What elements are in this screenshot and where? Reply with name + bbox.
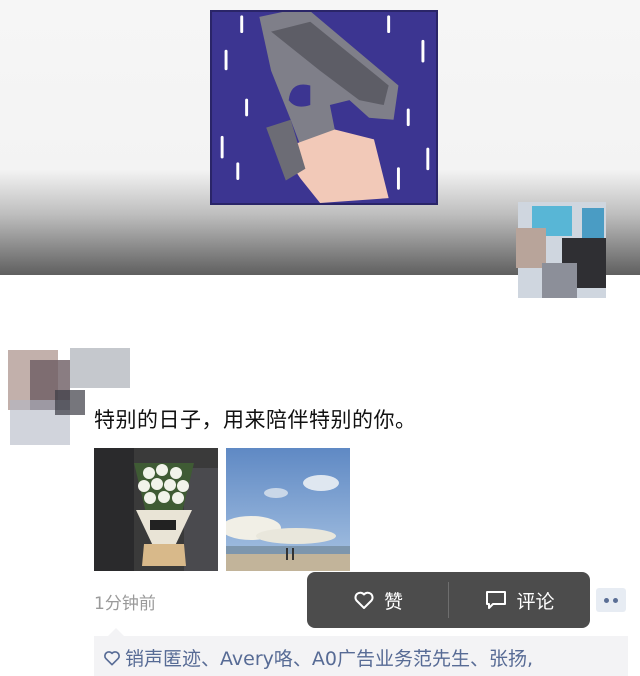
dot-icon — [604, 597, 609, 603]
comment-button[interactable]: 评论 — [449, 572, 590, 628]
liker-names[interactable]: 销声匿迹、Avery咯、A0广告业务范先生、张扬, — [125, 644, 533, 671]
likes-panel: 销声匿迹、Avery咯、A0广告业务范先生、张扬, — [94, 628, 628, 676]
like-button[interactable]: 赞 — [307, 572, 448, 628]
likes-row: 销声匿迹、Avery咯、A0广告业务范先生、张扬, — [102, 644, 533, 671]
action-popup: 赞 评论 — [307, 572, 590, 628]
heart-icon — [354, 591, 374, 609]
heart-outline-icon — [104, 650, 120, 665]
like-label: 赞 — [383, 590, 403, 613]
dot-icon — [613, 597, 618, 603]
cover-image[interactable] — [210, 10, 438, 205]
comment-label: 评论 — [516, 590, 555, 613]
comment-icon — [486, 591, 507, 609]
post-photo-bouquet[interactable] — [94, 448, 218, 571]
gun-illustration — [212, 12, 436, 203]
more-actions-button[interactable] — [596, 588, 626, 612]
owner-avatar[interactable] — [512, 198, 608, 302]
post-photo-beach[interactable] — [226, 448, 350, 571]
post-text: 特别的日子，用来陪伴特别的你。 — [94, 408, 417, 432]
post-timestamp: 1分钟前 — [94, 594, 156, 614]
